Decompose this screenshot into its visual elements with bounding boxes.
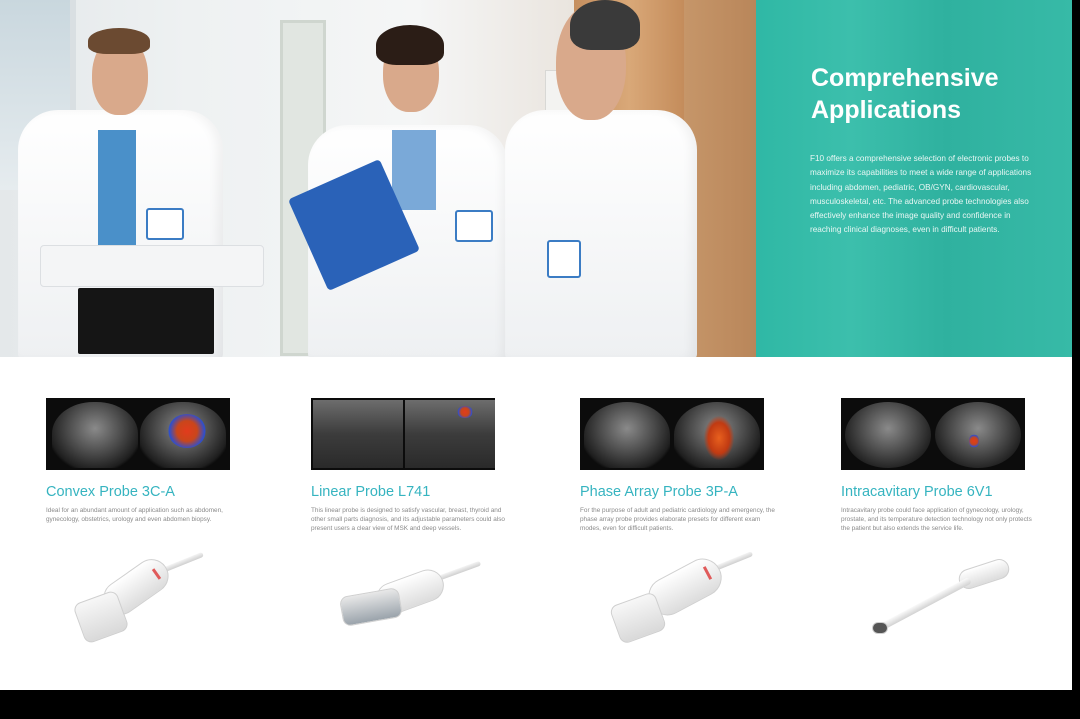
doctor-center-shirt: [392, 130, 436, 210]
doppler-flow: [168, 414, 206, 448]
convex-ultrasound-image: [46, 398, 230, 470]
probe-tip: [872, 622, 888, 634]
title-line-1: Comprehensive: [811, 64, 999, 92]
doctor-left-hair: [88, 28, 150, 54]
probe-card-phased: Phase Array Probe 3P-A For the purpose o…: [580, 398, 816, 534]
probe-card-linear: Linear Probe L741 This linear probe is d…: [311, 398, 547, 534]
doctor-right-coat: [505, 110, 697, 357]
doppler-flow: [457, 406, 473, 418]
probe-title: Linear Probe L741: [311, 484, 431, 500]
ultrasound-monitor: [78, 288, 214, 354]
doctor-left-scrubs: [98, 130, 136, 245]
linear-ultrasound-image: [311, 398, 495, 470]
probe-head: [338, 587, 404, 627]
ultrasound-scan-left: [584, 402, 670, 468]
hero-photo: [0, 0, 756, 357]
probe-card-convex: Convex Probe 3C-A Ideal for an abundant …: [46, 398, 282, 524]
probe-title: Phase Array Probe 3P-A: [580, 484, 738, 500]
probe-description: This linear probe is designed to satisfy…: [311, 507, 505, 533]
doppler-flow: [969, 434, 979, 448]
doctor-center-hair: [376, 25, 444, 65]
intracavitary-ultrasound-image: [841, 398, 1025, 470]
ultrasound-scan-left: [52, 402, 138, 468]
title-line-2: Applications: [811, 96, 962, 124]
ultrasound-scan-right: [405, 400, 495, 468]
ultrasound-cart: [40, 245, 264, 287]
section-title: Comprehensive Applications: [811, 62, 1051, 126]
probe-title: Intracavitary Probe 6V1: [841, 484, 993, 500]
linear-probe-image: [335, 556, 485, 636]
probe-description: For the purpose of adult and pediatric c…: [580, 507, 775, 533]
probe-shaft: [880, 576, 972, 631]
probe-card-intracavitary: Intracavitary Probe 6V1 Intracavitary pr…: [841, 398, 1072, 534]
probe-title: Convex Probe 3C-A: [46, 484, 175, 500]
phased-probe-image: [606, 548, 756, 648]
ultrasound-scan-left: [845, 402, 931, 468]
doppler-flow: [704, 416, 734, 460]
section-description: F10 offers a comprehensive selection of …: [810, 154, 1032, 235]
doctor-right-badge: [547, 240, 581, 278]
doctor-center-badge: [455, 210, 493, 242]
bottom-border: [0, 690, 1080, 719]
phased-ultrasound-image: [580, 398, 764, 470]
probe-description: Intracavitary probe could face applicati…: [841, 507, 1032, 533]
ultrasound-scan-right: [935, 402, 1021, 468]
convex-probe-image: [70, 548, 210, 648]
probe-description: Ideal for an abundant amount of applicat…: [46, 507, 223, 524]
doctor-left-badge: [146, 208, 184, 240]
intracavitary-probe-image: [866, 556, 1016, 646]
ultrasound-scan-left: [313, 400, 403, 468]
brochure-page: Comprehensive Applications F10 offers a …: [0, 0, 1072, 690]
doctor-right-hair: [570, 0, 640, 50]
